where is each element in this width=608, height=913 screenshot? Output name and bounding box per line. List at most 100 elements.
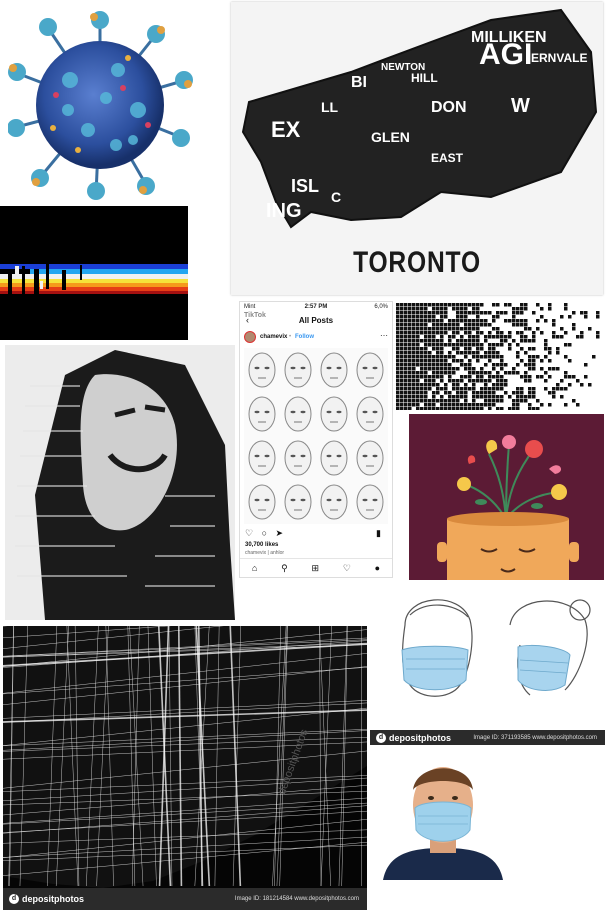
- pixel-block: [504, 339, 508, 343]
- pixel-block: [568, 383, 572, 387]
- pixel-block: [444, 327, 448, 331]
- pixel-block: [404, 303, 408, 307]
- add-post-icon[interactable]: ⊞: [311, 563, 319, 574]
- pixel-block: [452, 307, 456, 311]
- pixel-block: [396, 343, 400, 347]
- pixel-block: [460, 391, 464, 395]
- pixel-block: [400, 335, 404, 339]
- pixel-block: [496, 331, 500, 335]
- pixel-block: [572, 311, 576, 315]
- pixel-block: [440, 363, 444, 367]
- pixel-block: [468, 375, 472, 379]
- pixel-block: [420, 363, 424, 367]
- pixel-block: [428, 339, 432, 343]
- pixel-block: [508, 319, 512, 323]
- pixel-block: [464, 383, 468, 387]
- pixel-block: [452, 359, 456, 363]
- pixel-block: [476, 327, 480, 331]
- username[interactable]: chamevix: [260, 334, 287, 340]
- pixel-block: [452, 331, 456, 335]
- pixel-block: [492, 303, 496, 307]
- pixel-block: [476, 347, 480, 351]
- pixel-block: [500, 363, 504, 367]
- pixel-block: [580, 383, 584, 387]
- likes-count: 30,700 likes: [245, 542, 279, 548]
- face-sketch: [248, 352, 276, 388]
- pixel-block: [488, 359, 492, 363]
- pixel-block: [528, 403, 532, 407]
- pixel-block: [404, 379, 408, 383]
- pixel-block: [396, 359, 400, 363]
- pixel-block: [564, 371, 568, 375]
- pixel-block: [532, 391, 536, 395]
- pixel-block: [524, 327, 528, 331]
- profile-icon[interactable]: ●: [375, 563, 380, 573]
- face-mask-illustration: d depositphotos Image ID: 371193585 www.…: [370, 585, 605, 745]
- pixel-block: [432, 315, 436, 319]
- comment-icon[interactable]: ○: [262, 528, 267, 538]
- pixel-block: [596, 335, 600, 339]
- activity-icon[interactable]: ♡: [343, 563, 351, 574]
- search-icon[interactable]: ⚲: [281, 563, 288, 574]
- pixel-block: [408, 383, 412, 387]
- pixel-block: [424, 403, 428, 407]
- pixel-block: [400, 355, 404, 359]
- follow-button[interactable]: Follow: [295, 334, 314, 340]
- face-sketch: [284, 396, 312, 432]
- face-sketch: [356, 484, 384, 520]
- post-image-face-grid[interactable]: [244, 348, 388, 524]
- pixel-block: [480, 367, 484, 371]
- pixel-block: [544, 343, 548, 347]
- pixel-block: [424, 379, 428, 383]
- pixel-block: [504, 311, 508, 315]
- face-sketch: [284, 484, 312, 520]
- heart-icon[interactable]: ♡: [245, 528, 253, 538]
- avatar[interactable]: [244, 331, 256, 343]
- pixel-block: [480, 379, 484, 383]
- pixel-block: [500, 311, 504, 315]
- pixel-block: [432, 303, 436, 307]
- pixel-block: [396, 387, 400, 391]
- pixel-block: [456, 391, 460, 395]
- bookmark-icon[interactable]: ▮: [376, 528, 381, 539]
- separator-dot: •: [289, 334, 292, 340]
- pixel-block: [468, 323, 472, 327]
- pixel-block: [396, 303, 400, 307]
- pixel-block: [556, 383, 560, 387]
- stock-watermark-bar: d depositphotos Image ID: 371193585 www.…: [370, 730, 605, 745]
- pixel-block: [416, 331, 420, 335]
- pixel-block: [464, 339, 468, 343]
- home-icon[interactable]: ⌂: [252, 563, 257, 573]
- pixel-block: [428, 363, 432, 367]
- face-sketch: [248, 484, 276, 520]
- pixel-block: [484, 311, 488, 315]
- pixel-block: [524, 395, 528, 399]
- pixel-block: [512, 367, 516, 371]
- pixel-block: [548, 347, 552, 351]
- pixel-block: [424, 343, 428, 347]
- pixel-block: [528, 339, 532, 343]
- pixel-block: [404, 395, 408, 399]
- pixel-block: [504, 319, 508, 323]
- pixel-block: [424, 315, 428, 319]
- pixel-block: [444, 311, 448, 315]
- coronavirus-illustration: [8, 10, 193, 200]
- pixel-block: [440, 359, 444, 363]
- pixel-block: [476, 375, 480, 379]
- pixel-block: [516, 399, 520, 403]
- map-word-2: AGI: [479, 38, 532, 71]
- pixel-block: [444, 343, 448, 347]
- share-icon[interactable]: ➤: [276, 528, 284, 538]
- pixel-block: [484, 339, 488, 343]
- more-icon[interactable]: ⋯: [380, 331, 388, 340]
- pixel-block: [400, 315, 404, 319]
- pixel-block: [484, 371, 488, 375]
- map-word-9: ISL: [291, 176, 319, 196]
- pixel-block: [440, 307, 444, 311]
- pixel-block: [528, 355, 532, 359]
- pixel-block: [460, 311, 464, 315]
- face-sketch: [320, 484, 348, 520]
- pixel-block: [428, 343, 432, 347]
- pixel-block: [480, 375, 484, 379]
- pixel-block: [432, 331, 436, 335]
